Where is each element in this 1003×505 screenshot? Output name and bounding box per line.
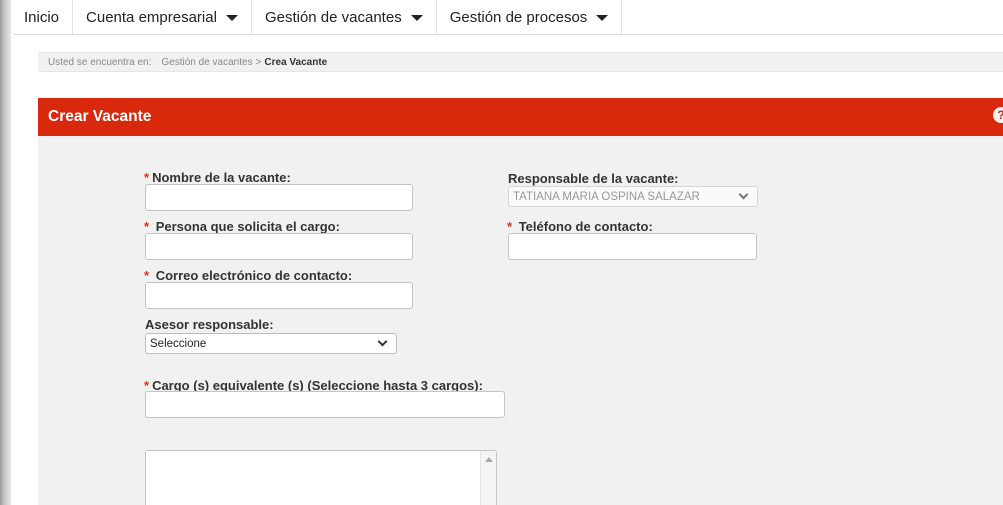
- nav-item-gestion-procesos[interactable]: Gestión de procesos: [437, 0, 623, 34]
- breadcrumb-current: Crea Vacante: [264, 56, 328, 68]
- required-marker: *: [144, 170, 150, 185]
- chevron-down-icon: [738, 189, 749, 200]
- label-text: Responsable de la vacante:: [508, 171, 679, 186]
- nav-item-label: Gestión de procesos: [449, 8, 588, 26]
- breadcrumb: Usted se encuentra en: Gestión de vacant…: [38, 52, 1003, 72]
- label-responsable-vacante: Responsable de la vacante:: [508, 171, 679, 186]
- select-value: Seleccione: [150, 337, 207, 350]
- label-text: Asesor responsable:: [145, 317, 274, 332]
- nombre-vacante-input[interactable]: [145, 184, 413, 211]
- asesor-responsable-select[interactable]: Seleccione: [145, 333, 397, 354]
- caret-down-icon: [410, 15, 423, 21]
- label-text: Teléfono de contacto:: [518, 219, 653, 234]
- persona-solicita-input[interactable]: [145, 233, 413, 260]
- label-telefono-contacto: * Teléfono de contacto:: [507, 219, 653, 234]
- correo-contacto-input[interactable]: [145, 282, 413, 309]
- breadcrumb-link-gestion-vacantes[interactable]: Gestión de vacantes: [161, 57, 252, 68]
- panel-header: Crear Vacante ?: [38, 98, 1003, 136]
- label-text: Nombre de la vacante:: [152, 170, 291, 185]
- nav-item-cuenta-empresarial[interactable]: Cuenta empresarial: [73, 0, 252, 34]
- label-asesor-responsable: Asesor responsable:: [145, 317, 274, 332]
- scroll-up-arrow-icon[interactable]: [485, 457, 493, 462]
- cargo-equivalente-input[interactable]: [145, 391, 505, 418]
- top-navigation: Inicio Cuenta empresarial Gestión de vac…: [14, 0, 1003, 35]
- required-marker: *: [144, 268, 150, 283]
- nav-item-label: Gestión de vacantes: [264, 8, 402, 26]
- label-correo-contacto: * Correo electrónico de contacto:: [144, 268, 352, 283]
- responsable-vacante-select[interactable]: TATIANA MARIA OSPINA SALAZAR: [508, 186, 758, 207]
- caret-down-icon: [225, 15, 238, 21]
- breadcrumb-prefix: Usted se encuentra en:: [48, 56, 152, 68]
- scrollbar[interactable]: [480, 451, 496, 505]
- telefono-contacto-input[interactable]: [508, 233, 757, 260]
- crear-vacante-panel: Crear Vacante ? *Nombre de la vacante: *…: [38, 98, 1003, 505]
- nav-item-label: Inicio: [24, 8, 60, 26]
- nav-item-gestion-vacantes[interactable]: Gestión de vacantes: [252, 0, 437, 34]
- required-marker: *: [144, 219, 150, 234]
- required-marker: *: [507, 219, 513, 234]
- breadcrumb-separator: >: [255, 56, 262, 68]
- window-left-edge: [0, 0, 11, 505]
- label-persona-solicita: * Persona que solicita el cargo:: [144, 219, 340, 234]
- select-value: TATIANA MARIA OSPINA SALAZAR: [513, 190, 700, 203]
- label-nombre-vacante: * Nombre de la vacante:: [144, 170, 291, 185]
- nav-item-label: Cuenta empresarial: [86, 8, 217, 26]
- panel-title: Crear Vacante: [48, 108, 152, 125]
- label-text: Correo electrónico de contacto:: [155, 268, 353, 283]
- cargos-seleccionados-textarea[interactable]: [145, 450, 497, 505]
- help-icon[interactable]: ?: [993, 107, 1003, 123]
- caret-down-icon: [596, 15, 609, 21]
- chevron-down-icon: [377, 336, 388, 347]
- label-text: Persona que solicita el cargo:: [155, 219, 340, 234]
- nav-item-inicio[interactable]: Inicio: [14, 0, 74, 34]
